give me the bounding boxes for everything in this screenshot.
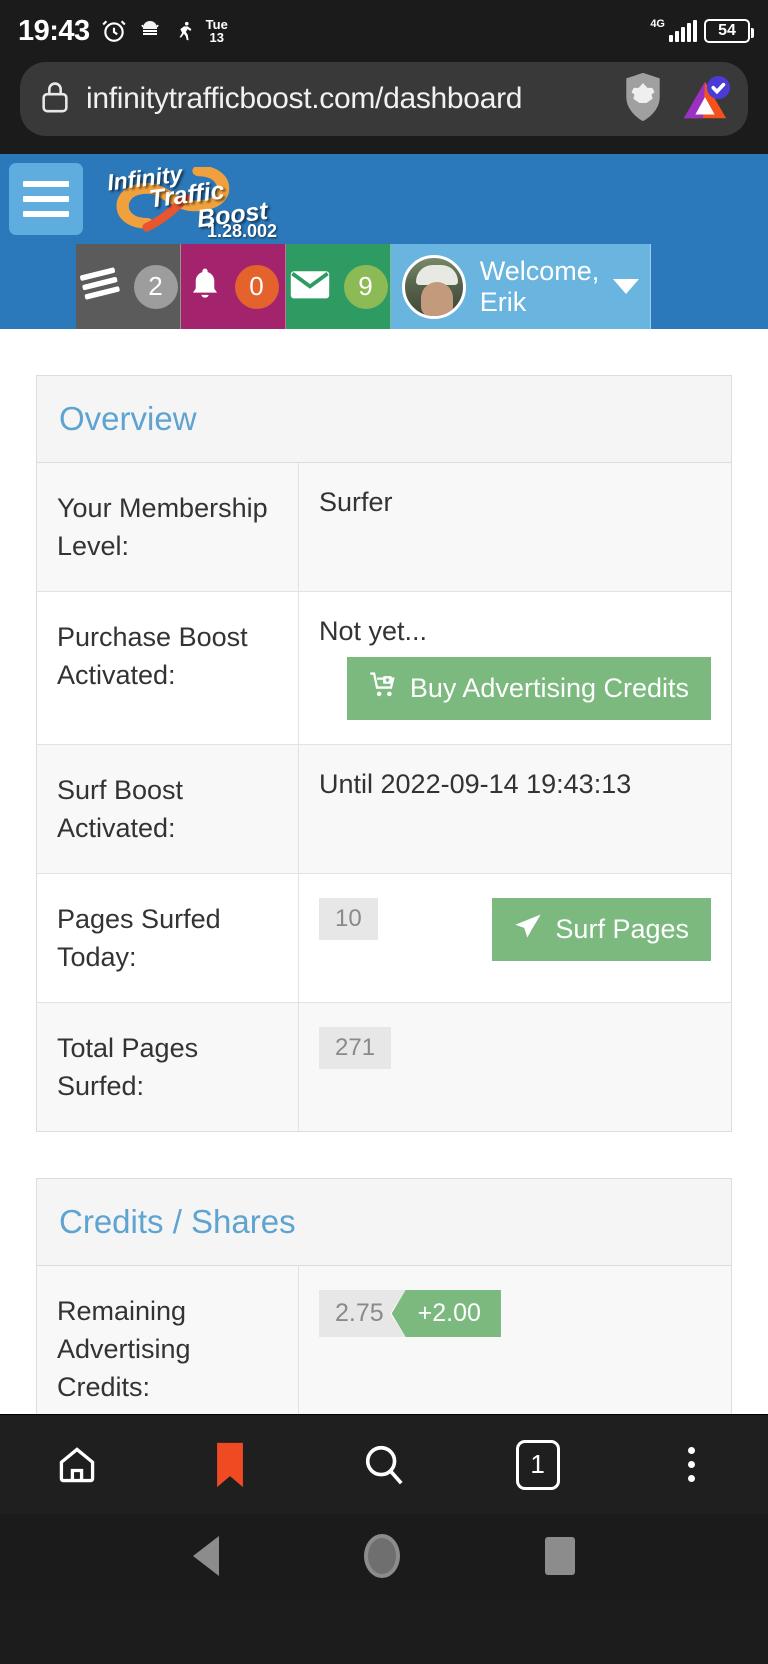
page-title: Overview <box>59 400 197 437</box>
credits-shares-panel: Credits / Shares Remaining Advertising C… <box>36 1178 732 1414</box>
row-label-surf-boost: Surf Boost Activated: <box>37 745 299 873</box>
tile-tasks[interactable]: 2 <box>76 244 181 329</box>
tab-count-label: 1 <box>515 1439 560 1490</box>
buy-advertising-credits-button[interactable]: Buy Advertising Credits <box>346 657 711 720</box>
lock-icon <box>38 78 72 121</box>
buy-advertising-credits-label: Buy Advertising Credits <box>409 673 689 703</box>
welcome-text: Welcome, Erik <box>480 256 600 318</box>
overview-panel-header: Overview <box>37 376 731 463</box>
credits-shares-title: Credits / Shares <box>59 1203 296 1240</box>
status-date-num: 13 <box>209 30 224 45</box>
search-icon[interactable] <box>344 1430 424 1500</box>
alarm-icon <box>101 18 127 44</box>
table-row: Pages Surfed Today: 10 Surf Pages <box>37 874 731 1003</box>
status-date: Tue 13 <box>206 18 228 44</box>
row-value-remaining-credits: 2.75 +2.00 <box>299 1266 731 1414</box>
tab-count-button[interactable]: 1 <box>498 1430 578 1500</box>
credits-delta-badge: +2.00 <box>391 1290 501 1337</box>
row-label-membership-level: Your Membership Level: <box>37 463 299 591</box>
browser-url-bar-container: infinitytrafficboost.com/dashboard <box>0 62 768 154</box>
brave-rewards-icon[interactable] <box>680 76 730 122</box>
bookmark-icon[interactable] <box>190 1430 270 1500</box>
chevron-down-icon[interactable] <box>613 279 640 294</box>
notifications-count-badge: 0 <box>234 264 279 309</box>
table-row: Surf Boost Activated: Until 2022-09-14 1… <box>37 745 731 874</box>
surf-pages-button[interactable]: Surf Pages <box>492 898 711 961</box>
address-bar[interactable]: infinitytrafficboost.com/dashboard <box>20 62 748 136</box>
status-time: 19:43 <box>18 14 90 47</box>
bell-icon <box>188 265 222 308</box>
row-value-total-pages-surfed: 271 <box>299 1003 731 1131</box>
paper-plane-icon <box>514 913 542 946</box>
overview-panel: Overview Your Membership Level: Surfer P… <box>36 375 732 1132</box>
table-row: Total Pages Surfed: 271 <box>37 1003 731 1131</box>
surf-pages-label: Surf Pages <box>555 914 689 944</box>
row-label-total-pages-surfed: Total Pages Surfed: <box>37 1003 299 1131</box>
cart-plus-icon <box>369 672 397 705</box>
pages-surfed-today-badge: 10 <box>319 898 378 940</box>
tasks-count-badge: 2 <box>133 264 178 309</box>
row-label-pages-surfed-today: Pages Surfed Today: <box>37 874 299 1002</box>
welcome-username: Erik <box>479 286 527 317</box>
home-icon[interactable] <box>37 1430 117 1500</box>
table-row: Remaining Advertising Credits: 2.75 +2.0… <box>37 1266 731 1414</box>
recents-icon[interactable] <box>545 1537 576 1575</box>
total-pages-surfed-badge: 271 <box>319 1027 392 1069</box>
site-header: Infinity Traffic Boost 1.28.002 <box>0 154 768 244</box>
table-row: Purchase Boost Activated: Not yet... Buy… <box>37 592 731 745</box>
running-icon <box>173 19 195 43</box>
android-icon <box>138 19 162 43</box>
header-tile-bar: 2 0 9 Welcome, Erik <box>0 244 768 329</box>
tasks-icon <box>79 266 121 307</box>
android-nav-bar <box>0 1514 768 1598</box>
more-menu-icon[interactable] <box>651 1430 731 1500</box>
tile-notifications[interactable]: 0 <box>181 244 286 329</box>
network-type-label: 4G <box>650 18 665 30</box>
credits-shares-panel-header: Credits / Shares <box>37 1179 731 1266</box>
tile-user-menu[interactable]: Welcome, Erik <box>391 244 651 329</box>
row-value-pages-surfed-today: 10 Surf Pages <box>299 874 731 1002</box>
envelope-icon <box>289 268 331 305</box>
tile-messages[interactable]: 9 <box>286 244 391 329</box>
hamburger-icon[interactable] <box>9 163 83 235</box>
home-icon[interactable] <box>363 1534 400 1578</box>
site-logo[interactable]: Infinity Traffic Boost 1.28.002 <box>99 157 284 245</box>
version-label: 1.28.002 <box>207 221 278 241</box>
welcome-greeting: Welcome, <box>479 255 600 286</box>
row-value-purchase-boost: Not yet... Buy Advertising Credits <box>299 592 731 744</box>
messages-count-badge: 9 <box>343 264 388 309</box>
credits-badge-group: 2.75 +2.00 <box>319 1290 501 1337</box>
signal-icon <box>669 20 697 42</box>
page-content: Overview Your Membership Level: Surfer P… <box>0 329 768 1414</box>
row-value-surf-boost: Until 2022-09-14 19:43:13 <box>319 769 632 799</box>
avatar <box>401 254 466 319</box>
battery-icon: 54 <box>704 19 754 43</box>
row-label-purchase-boost: Purchase Boost Activated: <box>37 592 299 744</box>
browser-bottom-toolbar: 1 <box>0 1414 768 1514</box>
purchase-boost-status: Not yet... <box>319 616 428 646</box>
brave-shield-icon[interactable] <box>620 71 666 128</box>
table-row: Your Membership Level: Surfer <box>37 463 731 592</box>
back-icon[interactable] <box>192 1536 219 1576</box>
row-label-remaining-credits: Remaining Advertising Credits: <box>37 1266 299 1414</box>
row-value-membership-level: Surfer <box>319 487 393 517</box>
android-status-bar: 19:43 Tue 13 4G 54 <box>0 0 768 62</box>
url-text: infinitytrafficboost.com/dashboard <box>86 82 523 115</box>
